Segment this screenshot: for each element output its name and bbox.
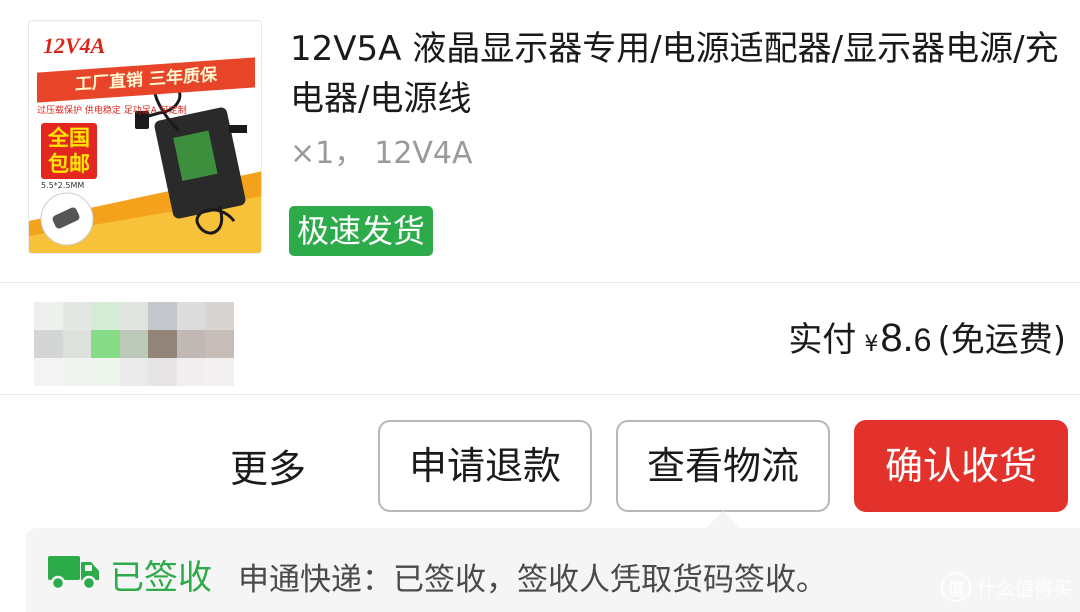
actual-payment: 实付 ¥ 8.6 (免运费) (788, 312, 1066, 361)
product-thumbnail[interactable]: 12V4A 工厂直销 三年质保 过压载保护 供电稳定 足功足A 可定制 全国包邮… (28, 20, 262, 254)
watermark-text: 什么值得买 (976, 577, 1072, 600)
product-title[interactable]: 12V5A 液晶显示器专用/电源适配器/显示器电源/充电器/电源线 (290, 24, 1060, 124)
request-refund-button[interactable]: 申请退款 (378, 420, 592, 512)
delivery-status: 已签收 (110, 558, 212, 598)
product-spec: ×1， 12V4A (290, 128, 473, 172)
currency-symbol: ¥ (864, 332, 879, 357)
view-logistics-button[interactable]: 查看物流 (616, 420, 830, 512)
thumbnail-model: 12V4A (43, 33, 106, 58)
amount-decimal: 6 (913, 322, 932, 358)
tracking-message: 申通快递：已签收，签收人凭取货码签收。 (238, 562, 827, 598)
amount-integer: 8. (880, 316, 914, 360)
payment-label: 实付 (788, 320, 857, 360)
product-quantity: ×1， (290, 136, 365, 171)
watermark: 值 什么值得买 (940, 570, 1072, 604)
pixelated-store-info (34, 302, 234, 386)
more-button[interactable]: 更多 (230, 438, 306, 493)
thumbnail-size: 5.5*2.5MM (41, 181, 85, 190)
shipping-note: (免运费) (937, 320, 1066, 360)
watermark-logo-icon: 值 (940, 572, 971, 602)
free-shipping-stamp: 全国包邮 (41, 123, 97, 179)
divider (0, 282, 1080, 283)
payment-amount: 8.6 (880, 316, 931, 361)
confirm-receipt-button[interactable]: 确认收货 (854, 420, 1068, 512)
fast-delivery-badge: 极速发货 (289, 206, 434, 256)
thumbnail-features: 过压载保护 供电稳定 足功足A 可定制 (37, 106, 187, 116)
divider (0, 394, 1080, 395)
delivery-truck-icon (48, 556, 99, 590)
product-variant: 12V4A (374, 136, 473, 171)
order-item[interactable]: 12V4A 工厂直销 三年质保 过压载保护 供电稳定 足功足A 可定制 全国包邮… (0, 0, 1080, 282)
